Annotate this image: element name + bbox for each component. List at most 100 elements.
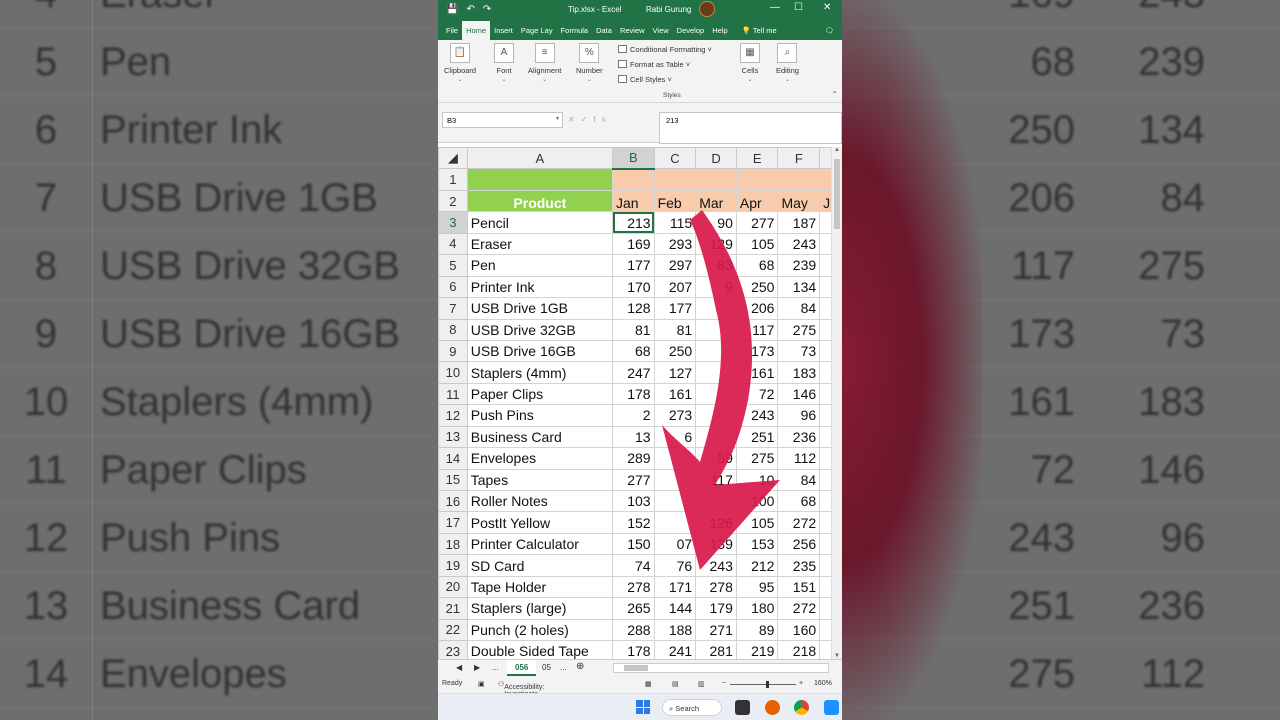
month-header-cell[interactable]: Feb (653, 189, 697, 213)
column-header-c[interactable]: C (653, 147, 697, 170)
save-icon[interactable]: 💾 (446, 4, 458, 15)
select-all-corner[interactable]: ◢ (438, 147, 468, 170)
value-cell[interactable]: 251 (735, 425, 779, 449)
value-cell[interactable]: 127 (653, 361, 697, 384)
value-cell[interactable]: 275 (735, 447, 779, 470)
cancel-icon[interactable]: ✕ (568, 115, 581, 124)
value-cell[interactable]: 177 (612, 254, 655, 277)
value-cell[interactable]: 96 (777, 404, 821, 427)
fx-icon[interactable]: fx (593, 115, 611, 124)
product-name-cell[interactable]: Paper Clips (466, 382, 614, 406)
value-cell[interactable]: 90 (695, 211, 737, 234)
comments-icon[interactable]: 🗨 (824, 26, 834, 40)
value-cell[interactable]: 105 (735, 232, 779, 256)
product-name-cell[interactable]: USB Drive 16GB (466, 339, 614, 363)
tab-page-lay[interactable]: Page Lay (517, 26, 557, 40)
column-header-e[interactable]: E (735, 147, 779, 170)
column-header-b[interactable]: B (612, 147, 655, 170)
value-cell[interactable]: 152 (612, 511, 655, 534)
tab-formula[interactable]: Formula (557, 26, 593, 40)
value-cell[interactable]: 179 (695, 597, 737, 620)
value-cell[interactable]: 212 (735, 554, 779, 577)
product-name-cell[interactable]: Eraser (466, 232, 614, 256)
value-cell[interactable]: 144 (653, 597, 697, 620)
row-header[interactable]: 10 (438, 361, 468, 384)
value-cell[interactable]: 289 (612, 447, 655, 470)
value-cell[interactable]: 277 (735, 211, 779, 234)
product-name-cell[interactable]: Printer Calculator (466, 532, 614, 556)
user-name[interactable]: Rabi Gurung (646, 5, 691, 14)
value-cell[interactable] (695, 297, 737, 320)
windows-start-icon[interactable] (636, 700, 650, 714)
value-cell[interactable]: 68 (777, 489, 821, 513)
value-cell[interactable]: 68 (735, 254, 779, 277)
product-name-cell[interactable]: Punch (2 holes) (466, 618, 614, 642)
column-header-a[interactable]: A (466, 147, 614, 170)
value-cell[interactable]: 180 (735, 597, 779, 620)
value-cell[interactable]: 72 (735, 382, 779, 406)
page-layout-icon[interactable]: ▤ (672, 680, 679, 688)
row-header[interactable]: 20 (438, 575, 468, 599)
value-cell[interactable]: 281 (695, 640, 737, 659)
value-cell[interactable]: 272 (777, 511, 821, 534)
cell[interactable] (735, 168, 779, 191)
value-cell[interactable]: 183 (777, 361, 821, 384)
cell[interactable] (653, 168, 697, 191)
value-cell[interactable] (653, 468, 697, 492)
value-cell[interactable]: 275 (777, 318, 821, 341)
value-cell[interactable]: 160 (777, 618, 821, 642)
cell-styles-button[interactable]: Cell Styles ˅ (618, 73, 712, 88)
product-name-cell[interactable]: Pen (466, 254, 614, 277)
value-cell[interactable]: 293 (653, 232, 697, 256)
accessibility-status[interactable]: ⚇ Accessibility: Investigate (498, 680, 544, 698)
cell[interactable] (695, 168, 737, 191)
value-cell[interactable]: 171 (653, 575, 697, 599)
value-cell[interactable]: 105 (735, 511, 779, 534)
row-header[interactable]: 7 (438, 297, 468, 320)
zoom-level[interactable]: 160% (814, 680, 832, 687)
cell[interactable] (466, 168, 614, 191)
sheet-tab-active[interactable]: 056 (507, 660, 537, 676)
value-cell[interactable]: 170 (612, 275, 655, 299)
value-cell[interactable]: 277 (612, 468, 655, 492)
value-cell[interactable]: 173 (735, 339, 779, 363)
value-cell[interactable]: 139 (695, 532, 737, 556)
value-cell[interactable]: 235 (777, 554, 821, 577)
tab-insert[interactable]: Insert (490, 26, 517, 40)
horizontal-scrollbar[interactable] (613, 663, 829, 673)
value-cell[interactable]: 59 (695, 447, 737, 470)
month-header-cell[interactable]: May (777, 189, 821, 213)
value-cell[interactable]: 74 (612, 554, 655, 577)
row-header[interactable]: 5 (438, 254, 468, 277)
next-sheet-icon[interactable]: ▶ (474, 663, 480, 672)
editing-group[interactable]: ⌕ Editing ⌄ (776, 43, 799, 83)
active-cell[interactable]: 213 (612, 211, 655, 234)
product-name-cell[interactable]: Tape Holder (466, 575, 614, 599)
value-cell[interactable]: 89 (735, 618, 779, 642)
redo-icon[interactable]: ↷ (483, 4, 491, 15)
chevron-down-icon[interactable]: ▾ (556, 115, 559, 122)
chrome-icon[interactable] (794, 700, 809, 715)
row-header[interactable]: 21 (438, 597, 468, 620)
product-name-cell[interactable]: USB Drive 1GB (466, 297, 614, 320)
sheet-tab-next[interactable]: 05 (542, 663, 551, 672)
value-cell[interactable]: 07 (653, 532, 697, 556)
font-group[interactable]: A Font ⌄ (494, 43, 514, 83)
product-name-cell[interactable]: SD Card (466, 554, 614, 577)
value-cell[interactable] (695, 489, 737, 513)
row-header[interactable]: 2 (438, 189, 468, 213)
product-name-cell[interactable]: USB Drive 32GB (466, 318, 614, 341)
clipboard-group[interactable]: 📋 Clipboard ⌄ (444, 43, 476, 83)
column-header-f[interactable]: F (777, 147, 821, 170)
value-cell[interactable]: 288 (612, 618, 655, 642)
value-cell[interactable]: 134 (777, 275, 821, 299)
value-cell[interactable]: 13 (612, 425, 655, 449)
cell[interactable] (612, 168, 655, 191)
value-cell[interactable]: 161 (653, 382, 697, 406)
product-name-cell[interactable]: Envelopes (466, 447, 614, 470)
row-header[interactable]: 8 (438, 318, 468, 341)
month-header-cell[interactable]: Jan (612, 189, 655, 213)
value-cell[interactable] (695, 404, 737, 427)
collapse-ribbon-icon[interactable]: ⌃ (831, 90, 838, 99)
vertical-scroll-thumb[interactable] (834, 159, 840, 229)
